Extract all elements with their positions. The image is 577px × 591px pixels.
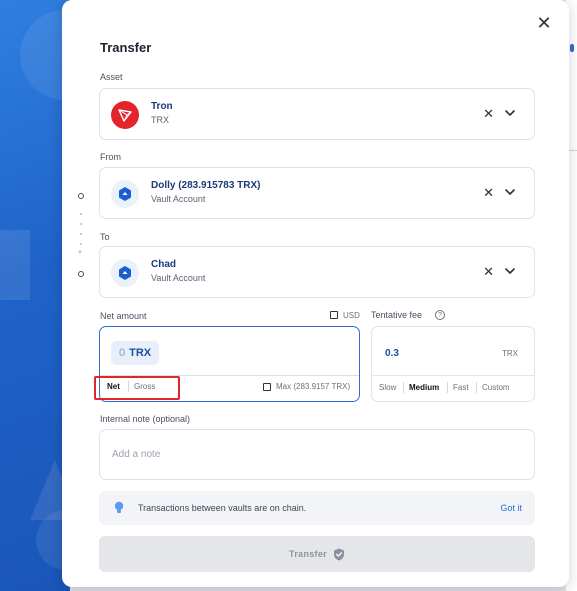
help-icon[interactable]: ? (435, 310, 445, 320)
to-account-type: Vault Account (151, 273, 206, 283)
chevron-down-icon[interactable] (504, 265, 516, 277)
usd-checkbox[interactable] (330, 311, 338, 319)
asset-label: Asset (100, 72, 123, 82)
step-connector (80, 243, 82, 245)
to-select[interactable]: Chad Vault Account ✕ (99, 246, 535, 298)
close-icon[interactable]: ✕ (536, 14, 552, 32)
usd-label: USD (343, 311, 360, 320)
transfer-button-label: Transfer (289, 549, 327, 559)
background-left-panel (0, 0, 70, 591)
from-select[interactable]: Dolly (283.915783 TRX) Vault Account ✕ (99, 167, 535, 219)
divider (100, 375, 359, 376)
max-checkbox[interactable] (263, 383, 271, 391)
to-label: To (100, 232, 110, 242)
clear-icon[interactable]: ✕ (483, 185, 494, 201)
step-connector (80, 223, 82, 225)
clear-icon[interactable]: ✕ (483, 106, 494, 122)
step-from-dot (78, 193, 84, 199)
chevron-down-icon[interactable] (504, 107, 516, 119)
from-account-type: Vault Account (151, 194, 206, 204)
clear-icon[interactable]: ✕ (483, 264, 494, 280)
max-label: Max (283.9157 TRX) (276, 382, 351, 391)
background-shape (0, 230, 30, 300)
step-connector (80, 213, 82, 215)
info-banner: Transactions between vaults are on chain… (99, 491, 535, 525)
fee-value: 0.3 (385, 348, 399, 359)
fee-box: 0.3 TRX Slow Medium Fast Custom (371, 326, 535, 402)
divider (403, 382, 404, 393)
amount-input[interactable]: 0 TRX (111, 341, 160, 365)
lightbulb-icon (114, 501, 124, 513)
amount-value: 0 (119, 347, 126, 359)
step-connector (80, 233, 82, 235)
mode-gross-button[interactable]: Gross (134, 382, 155, 391)
divider (128, 381, 129, 392)
fee-option-slow[interactable]: Slow (379, 383, 396, 392)
vault-icon (111, 259, 139, 287)
asset-name: Tron (151, 101, 173, 112)
dialog-title: Transfer (100, 40, 152, 55)
note-label: Internal note (optional) (100, 414, 191, 424)
amount-input-box[interactable]: 0 TRX Net Gross Max (283.9157 TRX) (99, 326, 360, 402)
fee-option-medium[interactable]: Medium (409, 383, 439, 392)
background-accent (570, 44, 574, 52)
shield-check-icon (333, 548, 344, 560)
note-input[interactable] (99, 429, 535, 480)
divider (372, 375, 534, 376)
divider (476, 382, 477, 393)
divider (447, 382, 448, 393)
mode-net-button[interactable]: Net (107, 382, 120, 391)
from-account-name: Dolly (283.915783 TRX) (151, 180, 261, 191)
info-text: Transactions between vaults are on chain… (138, 503, 307, 513)
to-account-name: Chad (151, 259, 176, 270)
step-to-dot (78, 271, 84, 277)
transfer-button[interactable]: Transfer (99, 536, 535, 572)
amount-currency: TRX (129, 347, 152, 359)
tron-icon (111, 101, 139, 129)
fee-option-fast[interactable]: Fast (453, 383, 469, 392)
asset-select[interactable]: Tron TRX ✕ (99, 88, 535, 140)
asset-symbol: TRX (151, 115, 169, 125)
fee-option-custom[interactable]: Custom (482, 383, 510, 392)
net-amount-label: Net amount (100, 311, 147, 321)
from-label: From (100, 152, 121, 162)
fee-label: Tentative fee (371, 310, 423, 320)
chevron-down-icon[interactable] (504, 186, 516, 198)
vault-icon (111, 180, 139, 208)
step-arrow-icon: ▼ (77, 250, 83, 256)
got-it-link[interactable]: Got it (500, 503, 522, 513)
fee-currency: TRX (502, 349, 518, 358)
